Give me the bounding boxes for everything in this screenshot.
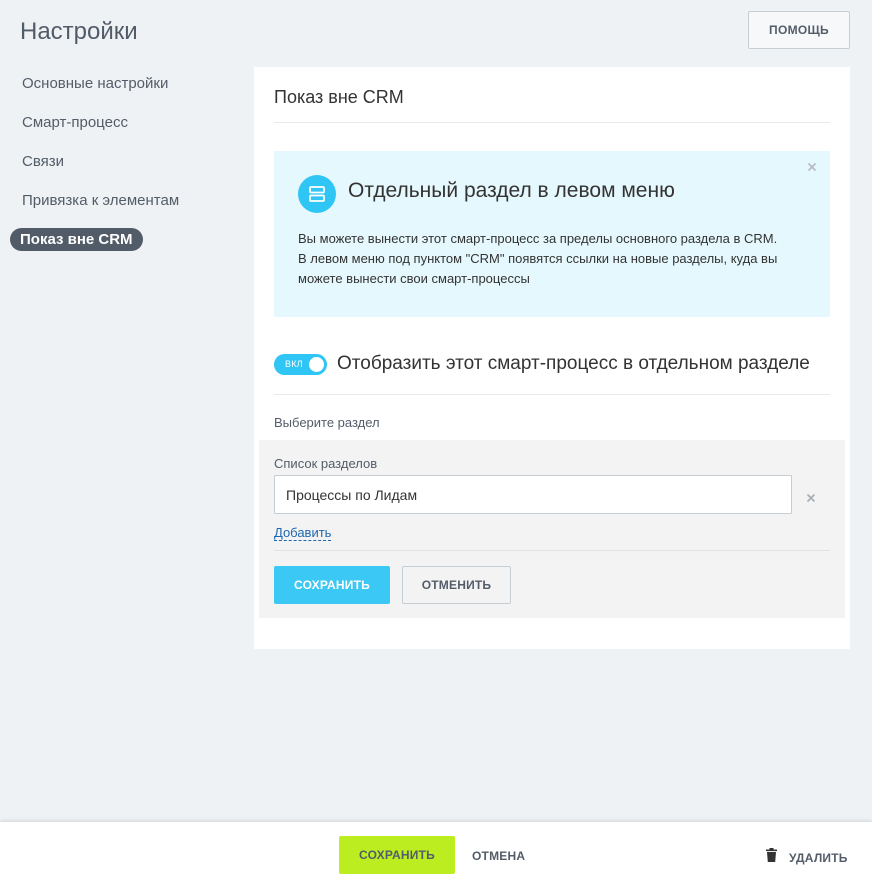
sidebar-item-main-settings[interactable]: Основные настройки [10, 72, 180, 95]
info-title: Отдельный раздел в левом меню [348, 179, 675, 202]
info-text-line: В левом меню под пунктом "CRM" появятся … [298, 251, 778, 266]
toggle-text: Отобразить этот смарт-процесс в отдельно… [337, 353, 810, 374]
section-list-label: Список разделов [274, 456, 378, 471]
panel-save-button[interactable]: СОХРАНИТЬ [274, 566, 390, 604]
sidebar-item-element-binding[interactable]: Привязка к элементам [10, 189, 191, 212]
page-title: Настройки [20, 18, 138, 45]
sidebar-item-show-outside-crm[interactable]: Показ вне CRM [10, 228, 143, 251]
info-text-line: Вы можете вынести этот смарт-процесс за … [298, 231, 778, 246]
help-button[interactable]: ПОМОЩЬ [748, 11, 850, 49]
sidebar-nav: Основные настройки Смарт-процесс Связи П… [10, 72, 246, 267]
card-title: Показ вне CRM [274, 87, 404, 107]
footer-bar: СОХРАНИТЬ ОТМЕНА УДАЛИТЬ [0, 822, 872, 883]
settings-card: Показ вне CRM Отдельный раздел в левом м… [254, 67, 850, 649]
trash-icon [766, 848, 777, 867]
info-text: Вы можете вынести этот смарт-процесс за … [298, 229, 808, 289]
choose-section-label: Выберите раздел [274, 415, 380, 430]
show-section-toggle[interactable]: ВКЛ [274, 354, 327, 375]
close-icon[interactable] [806, 160, 818, 172]
footer-delete-label: УДАЛИТЬ [789, 850, 848, 865]
sections-icon [298, 175, 336, 213]
panel-divider [274, 550, 830, 551]
sidebar-item-relations[interactable]: Связи [10, 150, 76, 173]
footer-save-button[interactable]: СОХРАНИТЬ [339, 836, 455, 874]
section-divider [274, 394, 830, 395]
sidebar-item-smart-process[interactable]: Смарт-процесс [10, 111, 140, 134]
info-box: Отдельный раздел в левом меню Вы можете … [274, 151, 830, 317]
section-edit-panel: Список разделов Добавить СОХРАНИТЬ ОТМЕН… [259, 440, 845, 618]
card-title-divider [274, 122, 830, 123]
info-text-line: можете вынести свои смарт-процессы [298, 271, 530, 286]
remove-icon[interactable] [806, 490, 816, 502]
section-name-input[interactable] [274, 475, 792, 514]
toggle-label: ВКЛ [285, 359, 303, 369]
footer-cancel-button[interactable]: ОТМЕНА [472, 849, 525, 863]
panel-cancel-button[interactable]: ОТМЕНИТЬ [402, 566, 511, 604]
footer-delete-button[interactable]: УДАЛИТЬ [766, 848, 848, 867]
toggle-knob [309, 357, 324, 372]
add-section-link[interactable]: Добавить [274, 525, 332, 541]
